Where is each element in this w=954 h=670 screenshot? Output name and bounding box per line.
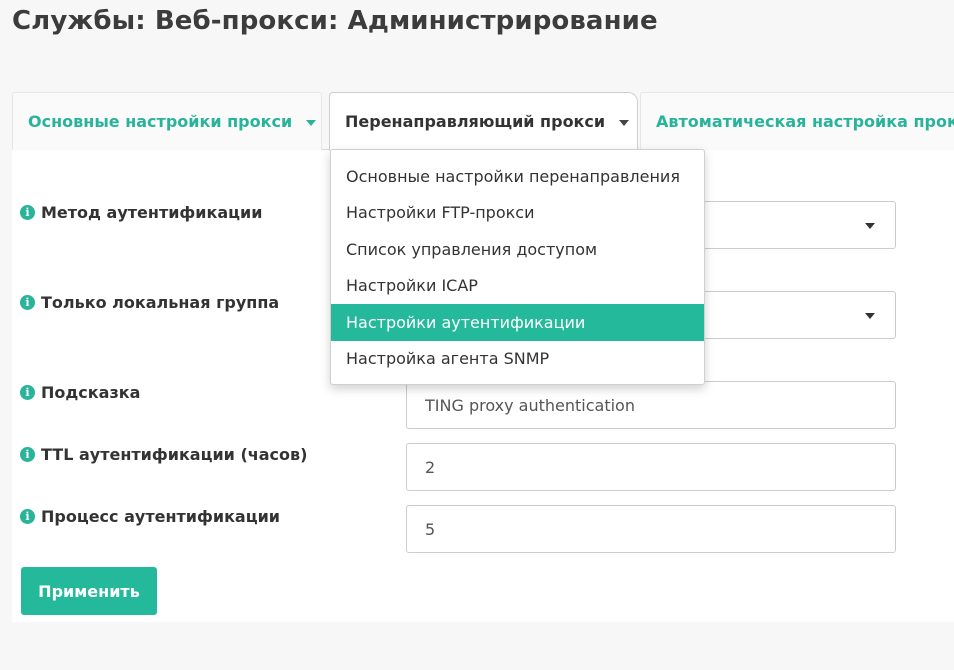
caret-down-icon	[865, 223, 875, 229]
page-title: Службы: Веб-прокси: Администрирование	[12, 6, 658, 36]
tab-label: Основные настройки прокси	[28, 112, 293, 131]
menu-item-access-control-list[interactable]: Список управления доступом	[331, 231, 704, 268]
label-text: Подсказка	[41, 383, 141, 402]
input-value: TING proxy authentication	[425, 395, 635, 415]
info-icon[interactable]: i	[20, 385, 35, 400]
forward-proxy-dropdown-menu: Основные настройки перенаправления Настр…	[330, 149, 705, 385]
tab-auto-proxy-config[interactable]: Автоматическая настройка прокси	[640, 92, 954, 150]
menu-item-forward-settings[interactable]: Основные настройки перенаправления	[331, 158, 704, 195]
caret-down-icon	[865, 313, 875, 319]
menu-item-ftp-proxy-settings[interactable]: Настройки FTP-прокси	[331, 195, 704, 232]
caret-down-icon	[619, 119, 630, 126]
auth-method-label: i Метод аутентификации	[20, 203, 262, 222]
info-icon[interactable]: i	[20, 447, 35, 462]
menu-item-auth-settings[interactable]: Настройки аутентификации	[331, 304, 704, 341]
tab-label: Перенаправляющий прокси	[345, 112, 606, 131]
info-icon[interactable]: i	[20, 295, 35, 310]
local-group-label: i Только локальная группа	[20, 293, 279, 312]
menu-item-icap-settings[interactable]: Настройки ICAP	[331, 268, 704, 305]
auth-ttl-input[interactable]: 2	[406, 443, 896, 491]
prompt-label: i Подсказка	[20, 383, 140, 402]
auth-ttl-label: i TTL аутентификации (часов)	[20, 445, 307, 464]
tab-forward-proxy[interactable]: Перенаправляющий прокси	[329, 92, 638, 151]
input-value: 5	[425, 519, 436, 539]
prompt-input[interactable]: TING proxy authentication	[406, 381, 896, 429]
tab-basic-proxy-settings[interactable]: Основные настройки прокси	[12, 92, 322, 150]
apply-button[interactable]: Применить	[21, 567, 157, 615]
label-text: Метод аутентификации	[41, 203, 263, 222]
label-text: Только локальная группа	[41, 293, 280, 312]
page: Службы: Веб-прокси: Администрирование Ос…	[0, 0, 954, 670]
auth-processes-label: i Процесс аутентификации	[20, 507, 280, 526]
input-value: 2	[425, 457, 436, 477]
auth-processes-input[interactable]: 5	[406, 505, 896, 553]
tab-label: Автоматическая настройка прокси	[656, 112, 954, 131]
menu-item-snmp-agent-settings[interactable]: Настройка агента SNMP	[331, 341, 704, 378]
info-icon[interactable]: i	[20, 509, 35, 524]
caret-down-icon	[306, 119, 317, 126]
label-text: Процесс аутентификации	[41, 507, 280, 526]
info-icon[interactable]: i	[20, 205, 35, 220]
tab-bar: Основные настройки прокси Перенаправляющ…	[12, 92, 954, 151]
label-text: TTL аутентификации (часов)	[41, 445, 308, 464]
